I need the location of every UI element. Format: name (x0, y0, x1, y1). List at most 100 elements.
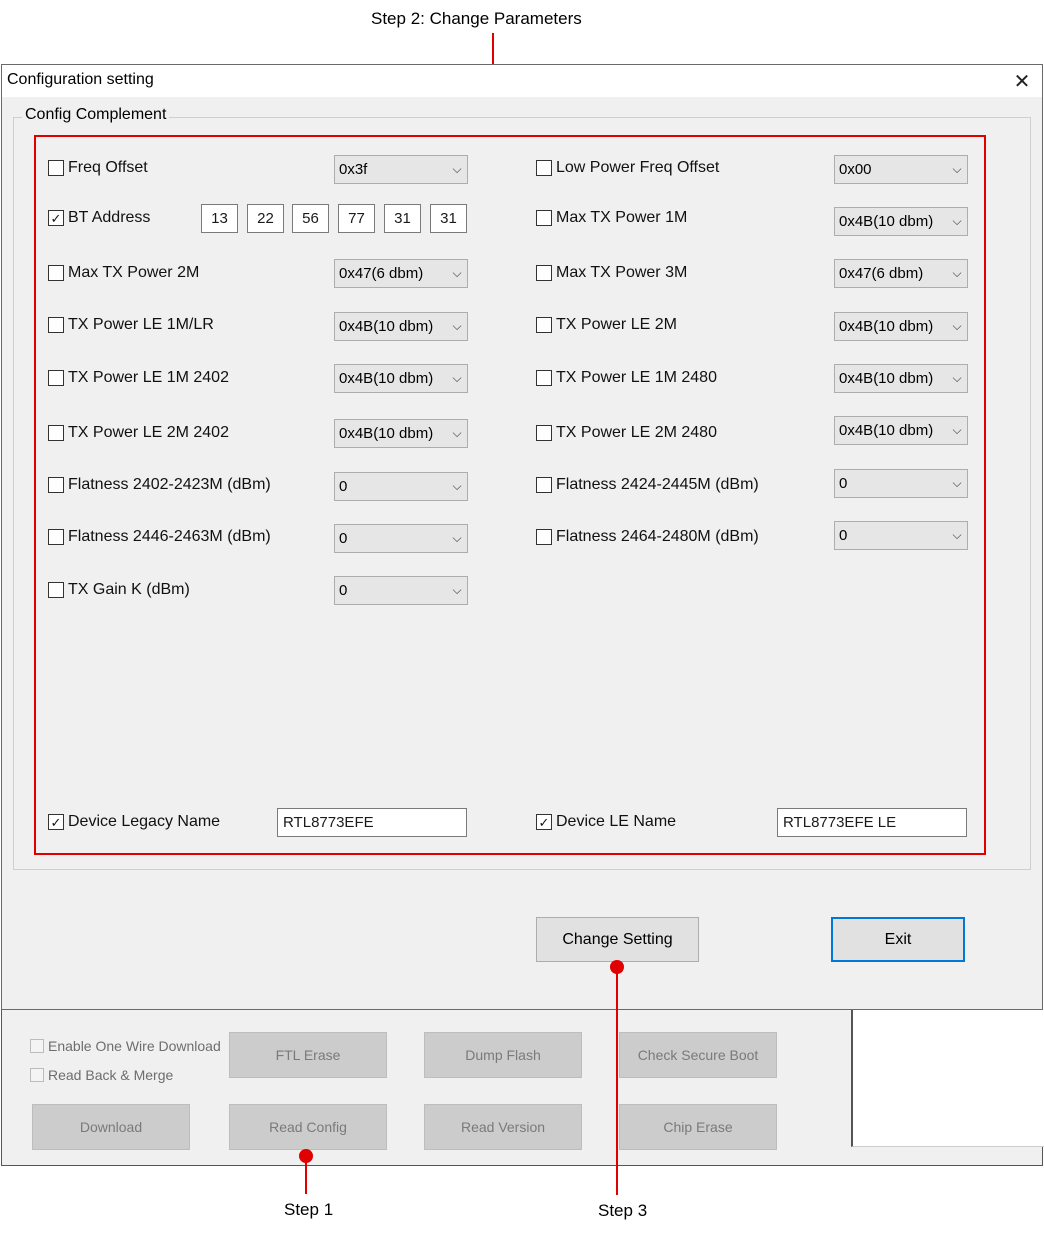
flatness-2402-2423-label: Flatness 2402-2423M (dBm) (68, 476, 271, 493)
dialog-title: Configuration setting (7, 71, 154, 88)
chevron-down-icon: ⌵ (952, 423, 962, 437)
chevron-down-icon: ⌵ (452, 426, 462, 440)
max-tx-power-1m-dropdown[interactable]: 0x4B(10 dbm) ⌵ (834, 207, 968, 236)
chevron-down-icon: ⌵ (952, 266, 962, 280)
tx-power-le-2m-2402-dropdown[interactable]: 0x4B(10 dbm) ⌵ (334, 419, 468, 448)
tx-power-le-1m-2480-dropdown[interactable]: 0x4B(10 dbm) ⌵ (834, 364, 968, 393)
bt-address-byte-1[interactable]: 13 (201, 204, 238, 233)
change-setting-button[interactable]: Change Setting (536, 917, 699, 962)
bt-address-label: BT Address (68, 209, 151, 226)
flatness-2424-2445-dropdown[interactable]: 0 ⌵ (834, 469, 968, 498)
exit-button[interactable]: Exit (831, 917, 965, 962)
tx-power-le-1m-lr-label: TX Power LE 1M/LR (68, 316, 214, 333)
dialog-titlebar: Configuration setting ✕ (2, 65, 1042, 97)
chevron-down-icon: ⌵ (452, 371, 462, 385)
device-le-name-input[interactable]: RTL8773EFE LE (777, 808, 967, 837)
bt-address-checkbox[interactable]: ✓ BT Address (48, 209, 150, 227)
tx-gain-k-dropdown[interactable]: 0 ⌵ (334, 576, 468, 605)
device-legacy-name-checkbox[interactable]: ✓ Device Legacy Name (48, 813, 220, 831)
bt-address-byte-5[interactable]: 31 (384, 204, 421, 233)
flatness-2464-2480-dropdown[interactable]: 0 ⌵ (834, 521, 968, 550)
tx-power-le-2m-dropdown[interactable]: 0x4B(10 dbm) ⌵ (834, 312, 968, 341)
tx-power-le-2m-checkbox[interactable]: TX Power LE 2M (536, 316, 677, 334)
device-le-name-label: Device LE Name (556, 813, 677, 830)
max-tx-power-1m-checkbox[interactable]: Max TX Power 1M (536, 209, 687, 227)
max-tx-power-2m-dropdown[interactable]: 0x47(6 dbm) ⌵ (334, 259, 468, 288)
checkbox-box (536, 477, 552, 493)
tx-power-le-2m-2402-label: TX Power LE 2M 2402 (68, 424, 229, 441)
flatness-2464-2480-checkbox[interactable]: Flatness 2464-2480M (dBm) (536, 528, 759, 546)
flatness-2402-2423-dropdown[interactable]: 0 ⌵ (334, 472, 468, 501)
tx-power-le-1m-2480-checkbox[interactable]: TX Power LE 1M 2480 (536, 369, 717, 387)
low-power-freq-offset-dropdown[interactable]: 0x00 ⌵ (834, 155, 968, 184)
configuration-dialog: Configuration setting ✕ Config Complemen… (1, 64, 1043, 1010)
enable-one-wire-checkbox[interactable]: Enable One Wire Download (30, 1038, 221, 1054)
dropdown-value: 0 (339, 530, 348, 547)
checkbox-box (536, 529, 552, 545)
flatness-2424-2445-checkbox[interactable]: Flatness 2424-2445M (dBm) (536, 476, 759, 494)
chevron-down-icon: ⌵ (452, 319, 462, 333)
check-secure-boot-button[interactable]: Check Secure Boot (619, 1032, 777, 1078)
checkbox-box (48, 529, 64, 545)
bt-address-byte-6[interactable]: 31 (430, 204, 467, 233)
flatness-2402-2423-checkbox[interactable]: Flatness 2402-2423M (dBm) (48, 476, 271, 494)
tx-power-le-1m-lr-checkbox[interactable]: TX Power LE 1M/LR (48, 316, 214, 334)
read-config-button[interactable]: Read Config (229, 1104, 387, 1150)
close-icon[interactable]: ✕ (1008, 68, 1036, 94)
tx-power-le-1m-2402-dropdown[interactable]: 0x4B(10 dbm) ⌵ (334, 364, 468, 393)
checkbox-box (48, 265, 64, 281)
tx-power-le-1m-lr-dropdown[interactable]: 0x4B(10 dbm) ⌵ (334, 312, 468, 341)
checkbox-box (536, 425, 552, 441)
tx-power-le-1m-2402-checkbox[interactable]: TX Power LE 1M 2402 (48, 369, 229, 387)
low-power-freq-offset-checkbox[interactable]: Low Power Freq Offset (536, 159, 719, 177)
dropdown-value: 0 (339, 582, 348, 599)
checkbox-box (48, 425, 64, 441)
device-legacy-name-input[interactable]: RTL8773EFE (277, 808, 467, 837)
dropdown-value: 0x4B(10 dbm) (339, 425, 434, 442)
checkbox-checked-icon: ✓ (536, 814, 552, 830)
flatness-2424-2445-label: Flatness 2424-2445M (dBm) (556, 476, 759, 493)
freq-offset-label: Freq Offset (68, 159, 148, 176)
checkbox-box (536, 265, 552, 281)
dropdown-value: 0 (339, 478, 348, 495)
read-back-merge-checkbox[interactable]: Read Back & Merge (30, 1067, 173, 1083)
freq-offset-checkbox[interactable]: Freq Offset (48, 159, 148, 177)
checkbox-checked-icon: ✓ (48, 210, 64, 226)
tx-power-le-1m-2402-label: TX Power LE 1M 2402 (68, 369, 229, 386)
group-label: Config Complement (22, 106, 170, 124)
checkbox-box (30, 1039, 44, 1053)
bt-address-byte-4[interactable]: 77 (338, 204, 375, 233)
checkbox-box (48, 370, 64, 386)
bt-address-byte-3[interactable]: 56 (292, 204, 329, 233)
freq-offset-dropdown[interactable]: 0x3f ⌵ (334, 155, 468, 184)
tx-power-le-2m-2402-checkbox[interactable]: TX Power LE 2M 2402 (48, 424, 229, 442)
dump-flash-button[interactable]: Dump Flash (424, 1032, 582, 1078)
ftl-erase-button[interactable]: FTL Erase (229, 1032, 387, 1078)
dropdown-value: 0x4B(10 dbm) (339, 318, 434, 335)
flatness-2446-2463-dropdown[interactable]: 0 ⌵ (334, 524, 468, 553)
device-le-name-checkbox[interactable]: ✓ Device LE Name (536, 813, 676, 831)
max-tx-power-3m-checkbox[interactable]: Max TX Power 3M (536, 264, 687, 282)
tx-power-le-2m-2480-label: TX Power LE 2M 2480 (556, 424, 717, 441)
chip-erase-button[interactable]: Chip Erase (619, 1104, 777, 1150)
read-version-button[interactable]: Read Version (424, 1104, 582, 1150)
checkbox-box (536, 370, 552, 386)
max-tx-power-3m-dropdown[interactable]: 0x47(6 dbm) ⌵ (834, 259, 968, 288)
step1-annotation: Step 1 (284, 1200, 334, 1219)
step1-pointer-line (305, 1156, 307, 1194)
max-tx-power-2m-checkbox[interactable]: Max TX Power 2M (48, 264, 199, 282)
download-button[interactable]: Download (32, 1104, 190, 1150)
tx-power-le-2m-label: TX Power LE 2M (556, 316, 677, 333)
chevron-down-icon: ⌵ (952, 319, 962, 333)
chevron-down-icon: ⌵ (452, 583, 462, 597)
tx-gain-k-checkbox[interactable]: TX Gain K (dBm) (48, 581, 190, 599)
tx-power-le-2m-2480-dropdown[interactable]: 0x4B(10 dbm) ⌵ (834, 416, 968, 445)
flatness-2446-2463-checkbox[interactable]: Flatness 2446-2463M (dBm) (48, 528, 271, 546)
tx-power-le-2m-2480-checkbox[interactable]: TX Power LE 2M 2480 (536, 424, 717, 442)
low-power-freq-offset-label: Low Power Freq Offset (556, 159, 720, 176)
bt-address-byte-2[interactable]: 22 (247, 204, 284, 233)
dropdown-value: 0x4B(10 dbm) (339, 370, 434, 387)
checkbox-box (48, 477, 64, 493)
checkbox-box (536, 210, 552, 226)
step2-annotation: Step 2: Change Parameters (371, 9, 582, 28)
